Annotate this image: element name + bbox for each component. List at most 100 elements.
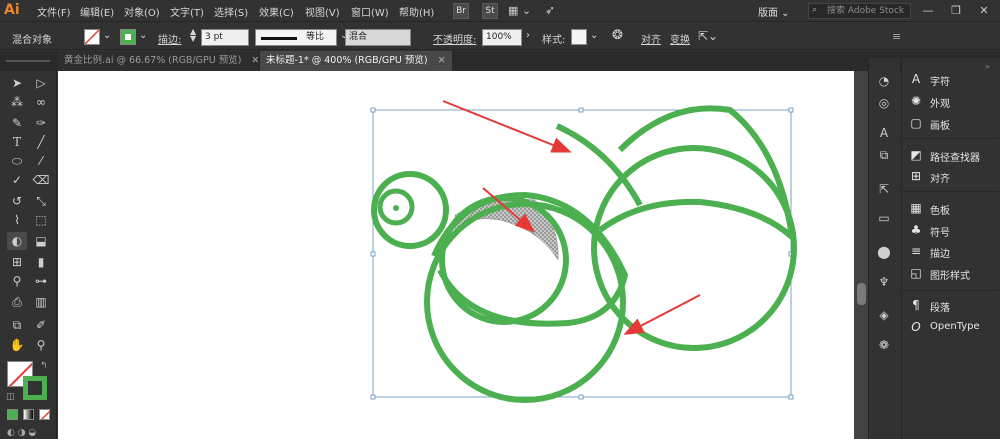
bridge-button[interactable]: Br <box>453 3 469 19</box>
magic-wand-icon[interactable]: ⁂ <box>7 93 27 111</box>
panel-swatches[interactable]: 色板 <box>930 202 950 217</box>
transform-link[interactable]: 变换 <box>670 31 690 46</box>
close-button[interactable]: ✕ <box>974 3 994 19</box>
stroke-stepper[interactable]: ▲ ▼ <box>190 28 196 43</box>
appearance-panel-icon[interactable]: ◎ <box>873 94 895 112</box>
menu-window[interactable]: 窗口(W) <box>351 4 389 19</box>
menu-effect[interactable]: 效果(C) <box>259 4 294 19</box>
draw-mode-icon[interactable]: ◐ ◑ ◒ <box>7 428 36 438</box>
fill-dropdown-icon[interactable]: ⌄ <box>103 30 111 41</box>
align-link[interactable]: 对齐 <box>641 31 661 46</box>
arrange-documents-icon[interactable]: ▦ ⌄ <box>508 4 531 17</box>
stroke-profile-select[interactable]: 等比 <box>255 29 337 46</box>
maximize-button[interactable]: ❐ <box>946 3 966 19</box>
stock-button[interactable]: St <box>482 3 498 19</box>
graph-icon[interactable]: ▥ <box>31 293 51 311</box>
ellipse-icon[interactable]: ⬭ <box>7 152 27 170</box>
actions-icon[interactable]: ♆ <box>873 273 895 291</box>
menu-help[interactable]: 帮助(H) <box>399 4 434 19</box>
panel-stroke[interactable]: 描边 <box>930 245 950 260</box>
panel-artboards[interactable]: 画板 <box>930 117 950 132</box>
mesh-icon[interactable]: ⊞ <box>7 253 27 271</box>
tab-golden-ratio[interactable]: 黄金比例.ai @ 66.67% (RGB/GPU 预览) ✕ <box>58 51 259 71</box>
style-swatch[interactable] <box>571 29 587 45</box>
opacity-expand-icon[interactable]: › <box>526 30 530 41</box>
shape-builder-icon[interactable]: ◐ <box>7 232 27 250</box>
direct-selection-icon[interactable]: ▷ <box>31 74 51 92</box>
transparency-icon[interactable]: ▭ <box>873 209 895 227</box>
symbol-sprayer-icon[interactable]: ⎙ <box>7 293 27 311</box>
panel-graphic-styles[interactable]: 图形样式 <box>930 267 970 282</box>
opacity-input[interactable]: 100% <box>482 29 522 46</box>
collapse-panels-icon[interactable]: » <box>985 62 990 71</box>
scrollbar-thumb[interactable] <box>857 283 866 305</box>
line-icon[interactable]: ╱ <box>31 133 51 151</box>
zoom-icon[interactable]: ⚲ <box>31 336 51 354</box>
panel-opentype[interactable]: OpenType <box>930 321 980 332</box>
menu-edit[interactable]: 编辑(E) <box>80 4 114 19</box>
perspective-icon[interactable]: ⬓ <box>31 232 51 250</box>
opacity-label[interactable]: 不透明度: <box>433 31 476 46</box>
adobe-stock-search[interactable]: 搜索 Adobe Stock <box>808 3 911 19</box>
fill-swatch[interactable] <box>84 29 100 45</box>
top-stroke[interactable] <box>555 123 643 207</box>
panel-align[interactable]: 对齐 <box>930 170 950 185</box>
blend-mode-select[interactable]: 混合 <box>345 29 411 46</box>
panel-pathfinder[interactable]: 路径查找器 <box>930 149 980 164</box>
panel-character[interactable]: 字符 <box>930 73 950 88</box>
eyedropper-icon[interactable]: ⚲ <box>7 272 27 290</box>
color-palette-icon[interactable]: ❁ <box>873 336 895 354</box>
panel-symbols[interactable]: 符号 <box>930 224 950 239</box>
lasso-icon[interactable]: ∞ <box>31 93 51 111</box>
panel-appearance[interactable]: 外观 <box>930 95 950 110</box>
gpu-performance-icon[interactable]: ➶ <box>545 3 555 17</box>
type-icon[interactable]: T <box>7 133 27 151</box>
artboard-canvas[interactable] <box>58 71 854 439</box>
shaper-icon[interactable]: ✓ <box>7 171 27 189</box>
export-icon[interactable]: ⇱ <box>873 180 895 198</box>
stroke-weight-input[interactable]: 3 pt <box>201 29 249 46</box>
slice-icon[interactable]: ✐ <box>31 316 51 334</box>
panel-paragraph[interactable]: 段落 <box>930 299 950 314</box>
menu-type[interactable]: 文字(T) <box>170 4 204 19</box>
menu-object[interactable]: 对象(O) <box>124 4 160 19</box>
layers-icon[interactable]: ◈ <box>873 306 895 324</box>
gradient-icon[interactable]: ▮ <box>31 253 51 271</box>
layers-blend-icon[interactable]: ⬤ <box>873 243 895 261</box>
eraser-icon[interactable]: ⌫ <box>31 171 51 189</box>
paintbrush-icon[interactable]: ⁄ <box>31 152 51 170</box>
selection-icon[interactable]: ➤ <box>7 74 27 92</box>
swap-colors-icon[interactable]: ↰ <box>40 361 48 371</box>
stroke-label[interactable]: 描边: <box>158 31 181 46</box>
tab-untitled[interactable]: 未标题-1* @ 400% (RGB/GPU 预览) ✕ <box>260 51 452 71</box>
artboard-icon[interactable]: ⧉ <box>7 316 27 334</box>
default-colors-icon[interactable]: ◫ <box>6 392 15 402</box>
control-bar-menu-icon[interactable]: ≡ <box>892 30 901 43</box>
artwork[interactable] <box>58 71 854 439</box>
isolate-group-icon[interactable]: ⇱⌄ <box>698 29 718 43</box>
hand-icon[interactable]: ✋ <box>7 336 27 354</box>
pen-icon[interactable]: ✎ <box>7 114 27 132</box>
color-mode-icon[interactable] <box>7 409 18 420</box>
menu-view[interactable]: 视图(V) <box>305 4 340 19</box>
none-mode-icon[interactable] <box>39 409 50 420</box>
color-guide-icon[interactable]: ◔ <box>873 72 895 90</box>
stroke-dropdown-icon[interactable]: ⌄ <box>139 30 147 41</box>
menu-file[interactable]: 文件(F) <box>37 4 71 19</box>
spiral-strokes[interactable] <box>371 105 797 403</box>
vertical-scrollbar[interactable] <box>854 71 868 439</box>
style-dropdown-icon[interactable]: ⌄ <box>590 30 598 41</box>
character-style-icon[interactable]: A <box>873 124 895 142</box>
tab-close-icon[interactable]: ✕ <box>438 55 446 66</box>
blend-icon[interactable]: ⊶ <box>31 272 51 290</box>
paragraph-style-icon[interactable]: ⧉ <box>873 146 895 164</box>
width-icon[interactable]: ⌇ <box>7 211 27 229</box>
gradient-mode-icon[interactable] <box>23 409 34 420</box>
scale-icon[interactable]: ⤡ <box>31 192 51 210</box>
workspace-switcher[interactable]: 版面 ⌄ <box>758 4 790 19</box>
free-transform-icon[interactable]: ⬚ <box>31 211 51 229</box>
rotate-icon[interactable]: ↺ <box>7 192 27 210</box>
curvature-icon[interactable]: ✑ <box>31 114 51 132</box>
tab-close-icon[interactable]: ✕ <box>251 55 259 66</box>
stroke-color-box[interactable] <box>23 376 47 400</box>
